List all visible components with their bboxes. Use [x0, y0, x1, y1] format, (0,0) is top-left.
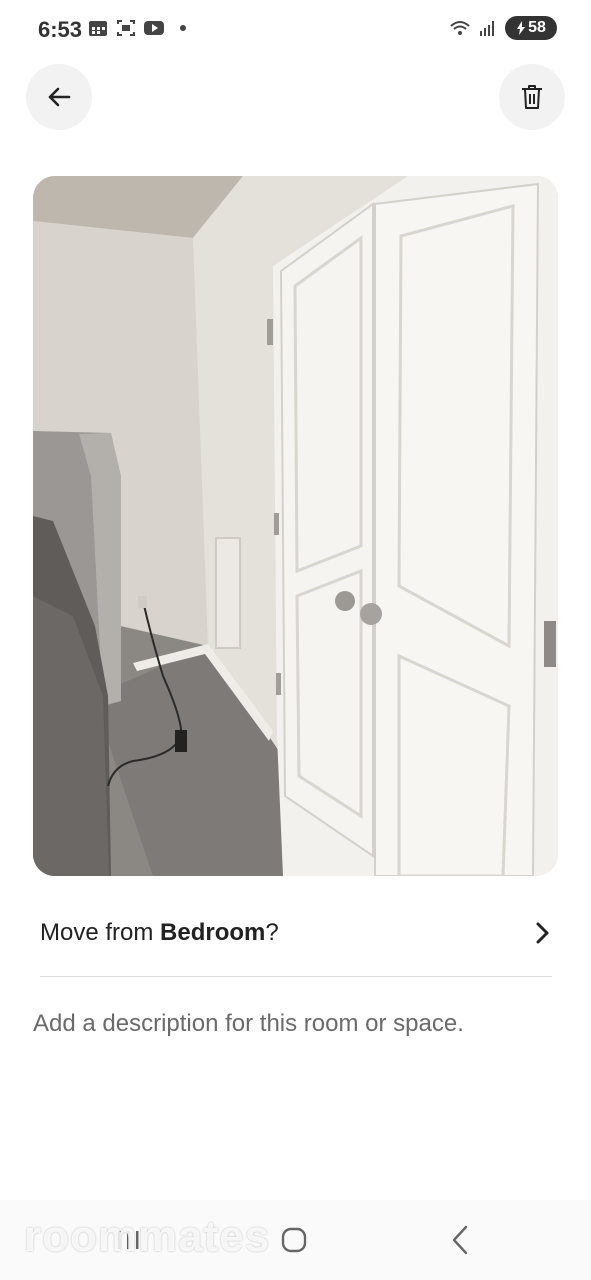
calendar-icon — [89, 21, 107, 36]
home-icon — [281, 1227, 307, 1253]
signal-icon — [480, 21, 494, 36]
home-button[interactable] — [274, 1220, 314, 1260]
battery-level: 58 — [528, 19, 546, 36]
status-icons-left — [88, 19, 186, 37]
move-from-text: Move from Bedroom? — [40, 919, 279, 947]
battery-charging-icon — [517, 21, 526, 35]
wifi-icon — [450, 21, 470, 35]
move-from-suffix: ? — [265, 919, 279, 946]
battery-indicator: 58 — [505, 16, 557, 40]
system-back-button[interactable] — [440, 1220, 480, 1260]
move-from-room: Bedroom — [160, 919, 266, 946]
delete-button[interactable] — [499, 64, 565, 130]
room-photo-image — [33, 176, 558, 876]
status-time: 6:53 — [38, 17, 83, 42]
trash-icon — [522, 85, 542, 109]
notification-dot — [180, 25, 186, 31]
status-bar: 6:53 58 — [0, 0, 591, 60]
back-icon — [452, 1225, 468, 1255]
room-photo[interactable] — [33, 176, 558, 876]
description-field[interactable]: Add a description for this room or space… — [33, 1010, 558, 1038]
screenshot-icon — [117, 20, 135, 36]
move-from-prefix: Move from — [40, 919, 161, 946]
move-from-row[interactable]: Move from Bedroom? — [40, 905, 552, 961]
arrow-left-icon — [48, 87, 71, 107]
youtube-icon — [144, 21, 164, 35]
status-icons-right: 58 — [449, 16, 557, 40]
chevron-right-icon — [536, 922, 549, 944]
back-button[interactable] — [26, 64, 92, 130]
watermark: roommates — [24, 1212, 271, 1261]
divider — [40, 976, 552, 977]
